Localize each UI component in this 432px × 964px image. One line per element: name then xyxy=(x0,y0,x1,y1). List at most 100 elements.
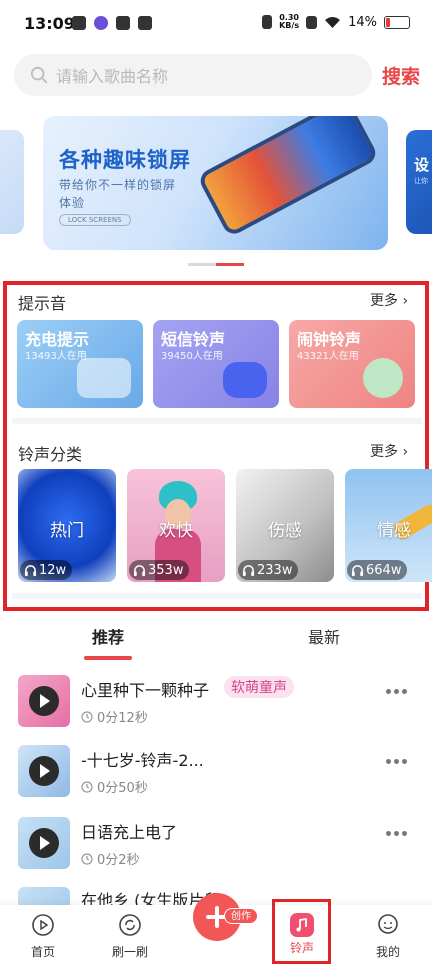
tab-recommended[interactable]: 推荐 xyxy=(92,624,124,648)
play-count: 353w xyxy=(148,562,184,578)
clock-icon xyxy=(81,780,93,793)
song-duration: 0分2秒 xyxy=(81,849,140,868)
play-count-badge: 233w xyxy=(238,560,299,580)
category-name: 伤感 xyxy=(268,521,302,541)
more-options-icon[interactable] xyxy=(386,759,407,764)
alarm-clock-icon xyxy=(363,358,403,398)
search-input[interactable]: 请输入歌曲名称 xyxy=(14,54,372,96)
banner-next-card[interactable]: 设 让你 xyxy=(406,130,432,234)
link-icon xyxy=(138,16,152,30)
status-bar: 13:09 0.30 KB/s 14% xyxy=(0,0,432,48)
song-duration-text: 0分12秒 xyxy=(97,711,148,726)
nav-home-label: 首页 xyxy=(30,945,55,959)
headphones-icon xyxy=(133,564,146,576)
nav-highlight-frame xyxy=(272,899,331,964)
sim-icon xyxy=(72,16,86,30)
charger-icon xyxy=(77,358,131,398)
play-icon[interactable] xyxy=(29,686,59,716)
battery-percent: 14% xyxy=(348,14,377,30)
categories-section-title: 铃声分类 xyxy=(18,445,83,464)
song-duration-text: 0分2秒 xyxy=(97,853,140,868)
create-badge[interactable]: 创作 xyxy=(224,908,258,924)
song-duration: 0分12秒 xyxy=(81,707,148,726)
play-count: 664w xyxy=(366,562,402,578)
song-thumbnail[interactable] xyxy=(18,887,70,905)
banner-card[interactable]: 各种趣味锁屏 带给你不一样的锁屏体验 LOCK SCREENS xyxy=(43,116,388,250)
alert-tile-sms[interactable]: 短信铃声 39450人在用 xyxy=(153,320,279,408)
profile-face-icon xyxy=(378,914,398,934)
play-icon[interactable] xyxy=(29,756,59,786)
alerts-more-link[interactable]: 更多 › xyxy=(370,290,408,310)
play-count-badge: 353w xyxy=(129,560,190,580)
banner-next-subtitle: 让你 xyxy=(414,177,428,185)
chat-bubble-icon xyxy=(223,362,267,398)
category-card-happy[interactable]: 欢快 353w xyxy=(127,469,225,582)
nav-swipe[interactable]: 刷一刷 xyxy=(95,905,165,964)
app-notification-icon xyxy=(94,16,108,30)
clock: 13:09 xyxy=(24,14,75,33)
banner-title: 各种趣味锁屏 xyxy=(59,148,191,172)
data-off-icon xyxy=(306,15,318,29)
category-name: 情感 xyxy=(377,521,411,541)
search-placeholder: 请输入歌曲名称 xyxy=(56,67,169,86)
alert-tile-alarm[interactable]: 闹钟铃声 43321人在用 xyxy=(289,320,415,408)
wifi-icon xyxy=(325,16,341,28)
song-thumbnail[interactable] xyxy=(18,675,70,727)
headphones-icon xyxy=(242,564,255,576)
app-notification-icon xyxy=(116,16,130,30)
clock-icon xyxy=(81,710,93,723)
more-options-icon[interactable] xyxy=(386,831,407,836)
notification-icons xyxy=(72,16,152,30)
category-card-hot[interactable]: 热门 12w xyxy=(18,469,116,582)
nav-profile-label: 我的 xyxy=(375,945,400,959)
play-count: 233w xyxy=(257,562,293,578)
search-button[interactable]: 搜索 xyxy=(382,62,420,89)
banner-prev-card[interactable] xyxy=(0,130,24,234)
alerts-more-label: 更多 xyxy=(370,293,398,309)
play-count-badge: 664w xyxy=(347,560,408,580)
chevron-right-icon: › xyxy=(398,293,409,309)
play-count-badge: 12w xyxy=(20,560,73,580)
alert-tile-count: 43321人在用 xyxy=(297,351,359,362)
nav-home[interactable]: 首页 xyxy=(8,905,78,964)
alerts-section-title: 提示音 xyxy=(18,294,67,313)
network-speed: 0.30 KB/s xyxy=(279,14,299,30)
song-title: 心里种下一颗种子 xyxy=(81,681,210,700)
song-row[interactable]: -十七岁-铃声-2... 0分50秒 xyxy=(0,745,432,815)
song-duration-text: 0分50秒 xyxy=(97,781,148,796)
system-indicators: 0.30 KB/s 14% xyxy=(262,14,410,30)
alert-tile-charging[interactable]: 充电提示 13493人在用 xyxy=(17,320,143,408)
category-card-emotion[interactable]: 情感 664w xyxy=(345,469,432,582)
song-row[interactable]: 心里种下一颗种子 软萌童声 0分12秒 xyxy=(0,675,432,745)
play-icon[interactable] xyxy=(29,828,59,858)
category-card-sad[interactable]: 伤感 233w xyxy=(236,469,334,582)
song-thumbnail[interactable] xyxy=(18,745,70,797)
clock-icon xyxy=(81,852,93,865)
song-thumbnail[interactable] xyxy=(18,817,70,869)
vibrate-icon xyxy=(262,15,273,29)
section-divider xyxy=(12,418,422,424)
battery-icon xyxy=(384,15,410,29)
alert-tile-count: 13493人在用 xyxy=(25,351,87,362)
categories-more-link[interactable]: 更多 › xyxy=(370,441,408,461)
alert-tile-count: 39450人在用 xyxy=(161,351,223,362)
tab-latest[interactable]: 最新 xyxy=(308,624,340,648)
nav-swipe-label: 刷一刷 xyxy=(111,945,148,959)
more-options-icon[interactable] xyxy=(386,689,407,694)
headphones-icon xyxy=(24,564,37,576)
category-name: 欢快 xyxy=(159,521,193,541)
song-tag: 软萌童声 xyxy=(224,676,294,698)
song-row[interactable]: 日语充上电了 0分2秒 xyxy=(0,817,432,887)
section-divider xyxy=(12,593,422,599)
song-duration: 0分50秒 xyxy=(81,777,148,796)
refresh-icon xyxy=(119,914,141,936)
song-title: -十七岁-铃声-2... xyxy=(81,751,204,770)
song-title: 日语充上电了 xyxy=(81,823,178,842)
banner-next-title: 设 xyxy=(414,156,430,174)
chevron-right-icon: › xyxy=(398,444,409,460)
headphones-icon xyxy=(351,564,364,576)
phone-illustration xyxy=(196,116,380,238)
categories-more-label: 更多 xyxy=(370,444,398,460)
category-name: 热门 xyxy=(50,521,84,541)
nav-profile[interactable]: 我的 xyxy=(353,905,423,964)
